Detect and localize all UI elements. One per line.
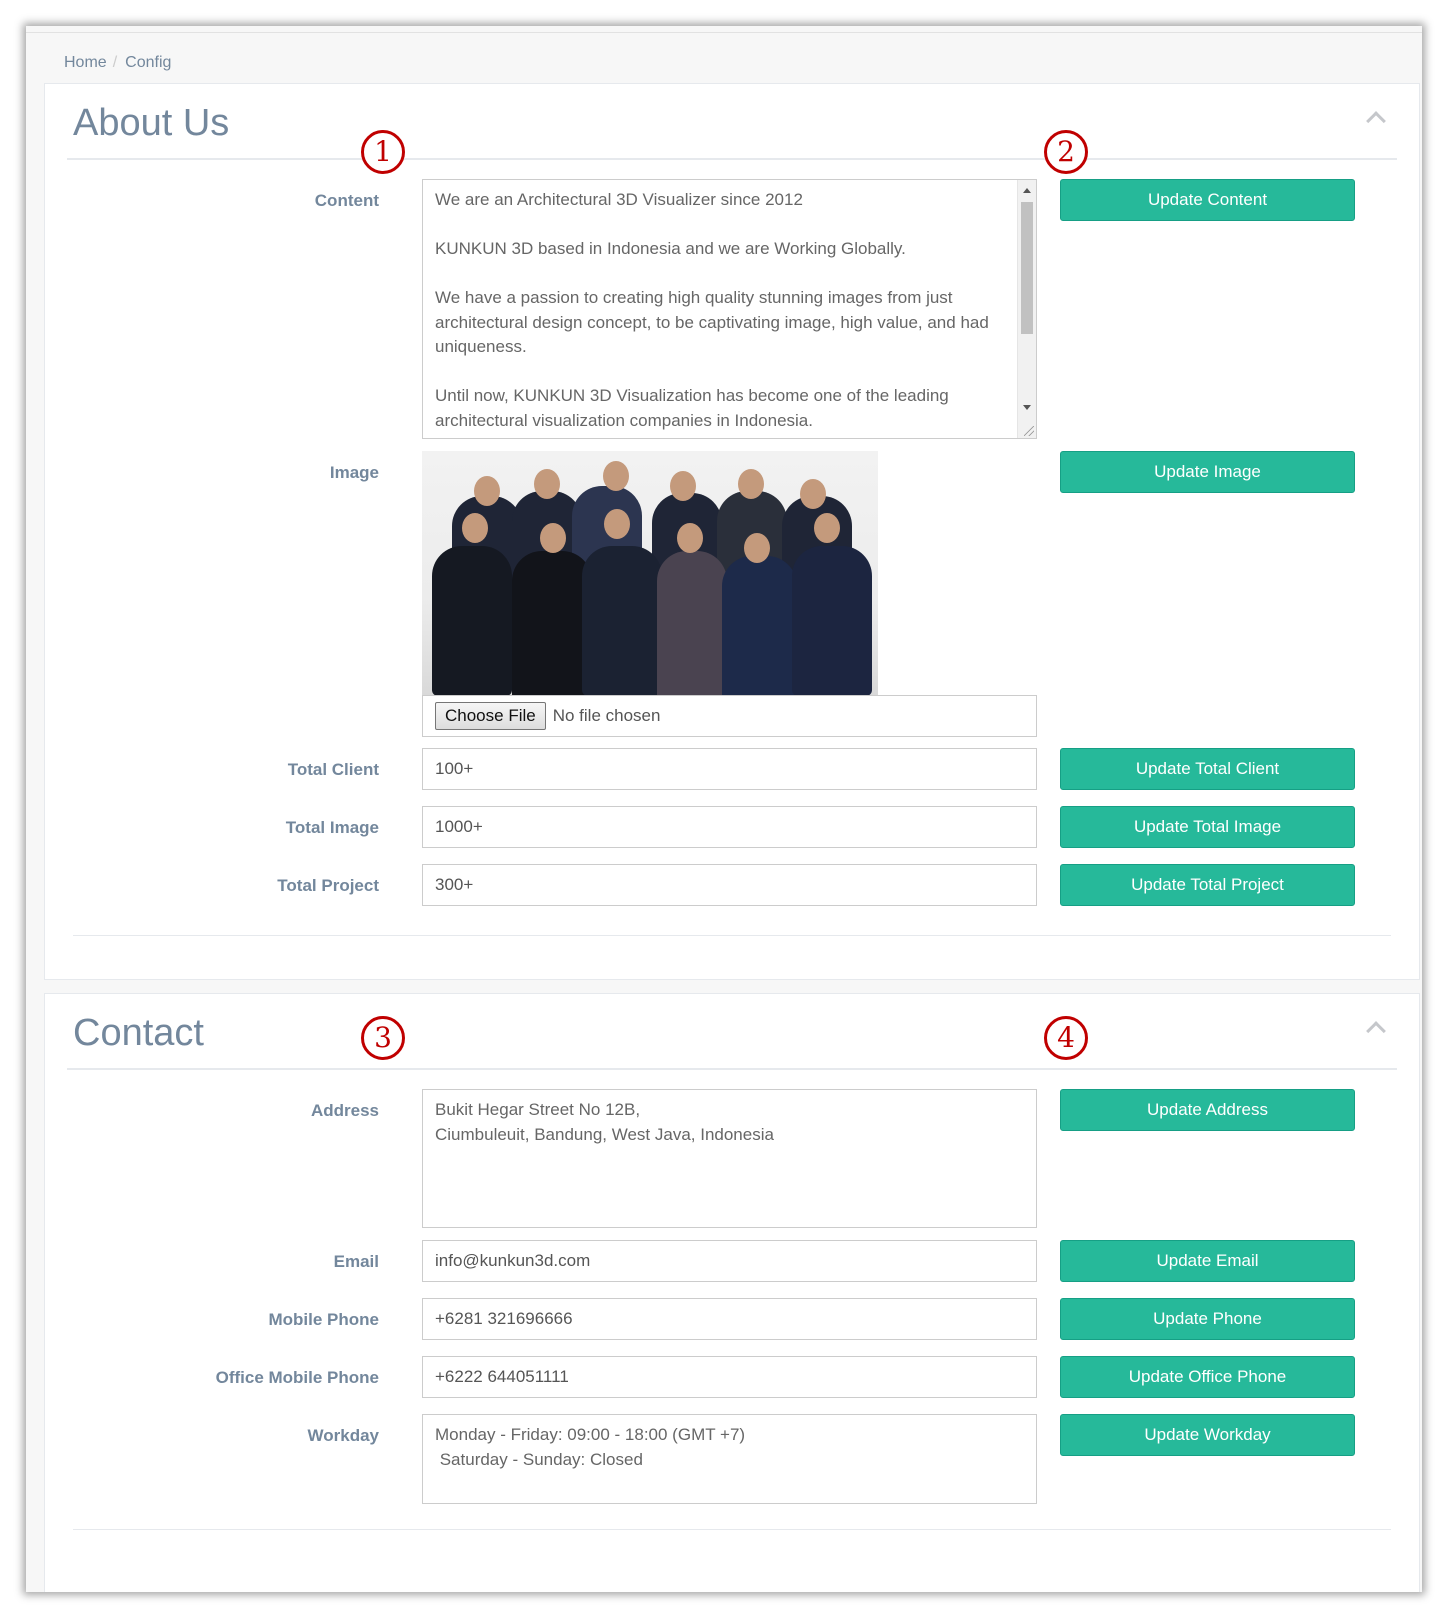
update-office-phone-button[interactable]: Update Office Phone bbox=[1060, 1356, 1355, 1398]
update-image-button[interactable]: Update Image bbox=[1060, 451, 1355, 493]
breadcrumb: Home / Config bbox=[64, 54, 172, 71]
update-workday-button[interactable]: Update Workday bbox=[1060, 1414, 1355, 1456]
page-frame: Home / Config About Us 1 2 Content We are … bbox=[26, 26, 1422, 1592]
address-label: Address bbox=[310, 1101, 379, 1120]
content-paragraph: Until now, KUNKUN 3D Visualization has b… bbox=[435, 386, 954, 430]
mobile-phone-label: Mobile Phone bbox=[268, 1310, 380, 1329]
total-client-label: Total Client bbox=[287, 760, 379, 779]
email-label: Email bbox=[333, 1252, 379, 1271]
office-phone-label: Office Mobile Phone bbox=[215, 1368, 379, 1387]
textarea-scrollbar[interactable] bbox=[1017, 180, 1036, 438]
update-content-button[interactable]: Update Content bbox=[1060, 179, 1355, 221]
about-us-panel: About Us 1 2 Content We are an Architect… bbox=[44, 83, 1420, 980]
mobile-phone-input[interactable]: +6281 321696666 bbox=[422, 1298, 1037, 1340]
title-divider bbox=[67, 158, 1397, 160]
update-total-project-button[interactable]: Update Total Project bbox=[1060, 864, 1355, 906]
panel-footer-divider bbox=[73, 935, 1391, 936]
address-line: Ciumbuleuit, Bandung, West Java, Indones… bbox=[435, 1124, 774, 1144]
annotation-marker-2: 2 bbox=[1044, 130, 1088, 174]
total-image-label: Total Image bbox=[285, 818, 379, 837]
scroll-up-arrow-icon[interactable] bbox=[1023, 188, 1031, 193]
contact-title: Contact bbox=[73, 1012, 204, 1054]
content-paragraph: We are an Architectural 3D Visualizer si… bbox=[435, 190, 803, 209]
workday-line: Monday - Friday: 09:00 - 18:00 (GMT +7) bbox=[435, 1425, 746, 1444]
team-photo bbox=[422, 451, 878, 695]
image-label: Image bbox=[329, 463, 379, 482]
workday-line: Saturday - Sunday: Closed bbox=[435, 1449, 643, 1469]
office-phone-input[interactable]: +6222 644051111 bbox=[422, 1356, 1037, 1398]
address-line: Bukit Hegar Street No 12B, bbox=[435, 1100, 641, 1119]
scroll-thumb[interactable] bbox=[1021, 202, 1033, 334]
update-total-image-button[interactable]: Update Total Image bbox=[1060, 806, 1355, 848]
annotation-marker-1: 1 bbox=[361, 130, 405, 174]
email-input[interactable]: info@kunkun3d.com bbox=[422, 1240, 1037, 1282]
choose-file-button[interactable]: Choose File bbox=[435, 702, 546, 730]
total-client-input[interactable]: 100+ bbox=[422, 748, 1037, 790]
content-paragraph: We have a passion to creating high quali… bbox=[435, 288, 994, 356]
panel-footer-divider bbox=[73, 1529, 1391, 1530]
workday-label: Workday bbox=[307, 1426, 380, 1445]
total-project-label: Total Project bbox=[277, 876, 379, 895]
collapse-chevron-icon[interactable] bbox=[1366, 1021, 1386, 1041]
top-divider bbox=[26, 32, 1422, 33]
total-project-input[interactable]: 300+ bbox=[422, 864, 1037, 906]
about-us-title: About Us bbox=[73, 102, 230, 144]
no-file-text: No file chosen bbox=[552, 706, 661, 725]
annotation-marker-4: 4 bbox=[1044, 1016, 1088, 1060]
update-address-button[interactable]: Update Address bbox=[1060, 1089, 1355, 1131]
breadcrumb-current: Config bbox=[125, 54, 172, 71]
content-paragraph: KUNKUN 3D based in Indonesia and we are … bbox=[435, 239, 906, 258]
content-textarea[interactable]: We are an Architectural 3D Visualizer si… bbox=[422, 179, 1037, 439]
annotation-marker-3: 3 bbox=[361, 1016, 405, 1060]
collapse-chevron-icon[interactable] bbox=[1366, 111, 1386, 131]
scroll-down-arrow-icon[interactable] bbox=[1023, 405, 1031, 410]
breadcrumb-home[interactable]: Home bbox=[64, 54, 107, 71]
title-divider bbox=[67, 1068, 1397, 1070]
image-file-input[interactable]: Choose File No file chosen bbox=[422, 695, 1037, 737]
contact-panel: Contact 3 4 Address Bukit Hegar Street N… bbox=[44, 993, 1420, 1592]
update-email-button[interactable]: Update Email bbox=[1060, 1240, 1355, 1282]
workday-textarea[interactable]: Monday - Friday: 09:00 - 18:00 (GMT +7) … bbox=[422, 1414, 1037, 1504]
address-textarea[interactable]: Bukit Hegar Street No 12B, Ciumbuleuit, … bbox=[422, 1089, 1037, 1228]
total-image-input[interactable]: 1000+ bbox=[422, 806, 1037, 848]
resize-grip-icon[interactable] bbox=[1024, 426, 1034, 436]
update-total-client-button[interactable]: Update Total Client bbox=[1060, 748, 1355, 790]
update-phone-button[interactable]: Update Phone bbox=[1060, 1298, 1355, 1340]
content-label: Content bbox=[314, 191, 379, 210]
